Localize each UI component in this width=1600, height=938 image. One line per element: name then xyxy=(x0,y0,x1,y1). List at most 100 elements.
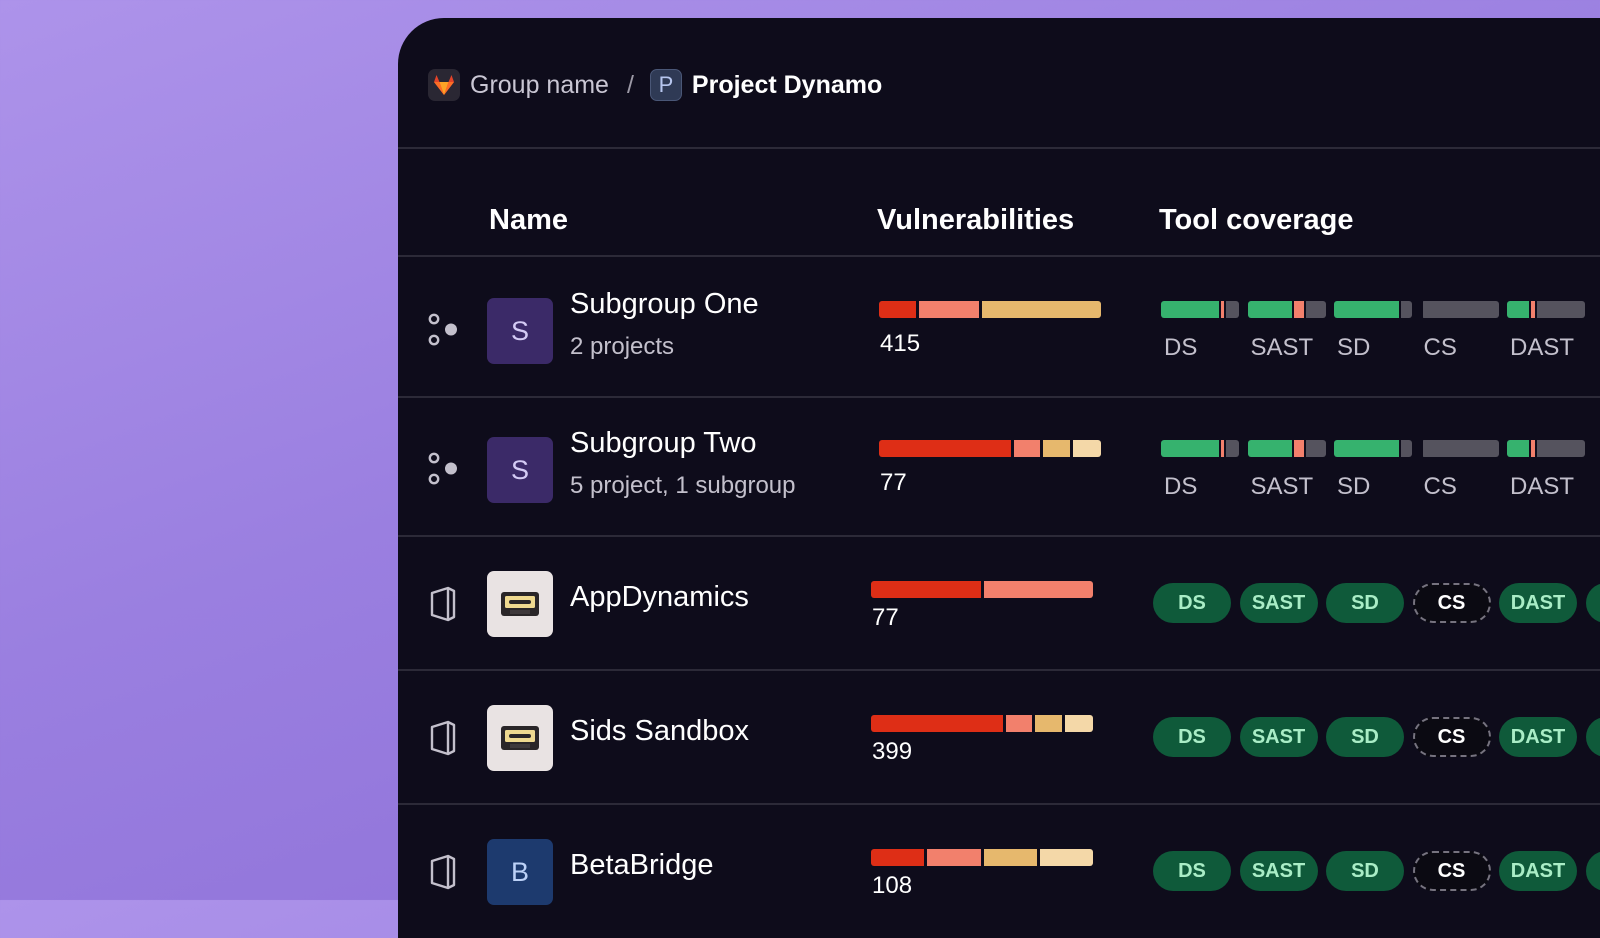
tool-badge-cs[interactable]: CS xyxy=(1413,583,1491,623)
coverage-segment xyxy=(1306,440,1326,457)
tool-badge-sd[interactable]: SD xyxy=(1326,717,1404,757)
row-name[interactable]: Sids Sandbox xyxy=(570,715,749,748)
tool-label: SD xyxy=(1334,473,1412,501)
table-row[interactable]: Sids Sandbox399DSSASTSDCSDAST xyxy=(398,670,1600,804)
coverage-segment xyxy=(1334,301,1399,318)
coverage-segment xyxy=(1537,301,1585,318)
severity-segment-high xyxy=(984,581,1094,598)
tool-badge-ds[interactable]: DS xyxy=(1153,851,1231,891)
tool-badge-dast[interactable]: DAST xyxy=(1499,717,1577,757)
avatar: S xyxy=(487,437,553,503)
severity-segment-critical xyxy=(871,715,1003,732)
tool-coverage-sd[interactable]: SD xyxy=(1334,440,1412,501)
tool-label: DS xyxy=(1161,334,1239,362)
tool-badge-overflow[interactable] xyxy=(1586,583,1600,623)
security-dashboard-panel: Group name / P Project Dynamo Name Vulne… xyxy=(398,18,1600,938)
tool-coverage-sast[interactable]: SAST xyxy=(1248,440,1326,501)
tool-coverage-sast[interactable]: SAST xyxy=(1248,301,1326,362)
severity-segment-medium xyxy=(1035,715,1063,732)
tool-badge-sd[interactable]: SD xyxy=(1326,583,1404,623)
table-row[interactable]: BBetaBridge108DSSASTSDCSDAST xyxy=(398,804,1600,938)
tool-coverage-dast[interactable]: DAST xyxy=(1507,440,1585,501)
coverage-segment xyxy=(1401,301,1412,318)
severity-segment-high xyxy=(919,301,979,318)
tool-badge-sast[interactable]: SAST xyxy=(1240,583,1318,623)
coverage-segment xyxy=(1248,440,1292,457)
project-icon xyxy=(428,586,458,627)
coverage-segment xyxy=(1507,440,1529,457)
tool-label: DAST xyxy=(1507,473,1585,501)
tool-coverage-ds[interactable]: DS xyxy=(1161,440,1239,501)
severity-segment-medium xyxy=(1043,440,1071,457)
tool-coverage-cs[interactable]: CS xyxy=(1421,440,1499,501)
row-name[interactable]: Subgroup Two xyxy=(570,427,757,460)
coverage-segment xyxy=(1161,440,1219,457)
tool-label: DAST xyxy=(1507,334,1585,362)
table-header-divider xyxy=(398,255,1600,257)
tool-badge-cs[interactable]: CS xyxy=(1413,851,1491,891)
tool-badge-overflow[interactable] xyxy=(1586,717,1600,757)
severity-segment-low xyxy=(1040,849,1093,866)
severity-segment-high xyxy=(1014,440,1040,457)
coverage-segment xyxy=(1531,440,1535,457)
tool-coverage-bar xyxy=(1507,301,1585,318)
tool-label: CS xyxy=(1421,473,1499,501)
table-row[interactable]: SSubgroup Two5 project, 1 subgroup77DSSA… xyxy=(398,397,1600,536)
tool-coverage-ds[interactable]: DS xyxy=(1161,301,1239,362)
tool-badge-cs[interactable]: CS xyxy=(1413,717,1491,757)
tool-label: CS xyxy=(1421,334,1499,362)
tool-badge-sast[interactable]: SAST xyxy=(1240,717,1318,757)
vulnerability-severity-bar[interactable] xyxy=(871,849,1093,866)
breadcrumb-separator: / xyxy=(627,71,634,100)
severity-segment-medium xyxy=(982,301,1101,318)
tool-coverage-cs[interactable]: CS xyxy=(1421,301,1499,362)
tool-label: SD xyxy=(1334,334,1412,362)
coverage-segment xyxy=(1294,301,1304,318)
project-avatar-image xyxy=(487,571,553,637)
tool-coverage-bar xyxy=(1161,440,1239,457)
row-name[interactable]: BetaBridge xyxy=(570,849,714,882)
tool-badge-dast[interactable]: DAST xyxy=(1499,583,1577,623)
breadcrumb-project-link[interactable]: Project Dynamo xyxy=(692,71,882,100)
row-name[interactable]: AppDynamics xyxy=(570,581,749,614)
tool-badge-dast[interactable]: DAST xyxy=(1499,851,1577,891)
severity-segment-medium xyxy=(984,849,1037,866)
vulnerability-count: 415 xyxy=(880,330,920,358)
tool-coverage-bar xyxy=(1161,301,1239,318)
tool-badge-sast[interactable]: SAST xyxy=(1240,851,1318,891)
vulnerability-severity-bar[interactable] xyxy=(879,301,1101,318)
table-row[interactable]: SSubgroup One2 projects415DSSASTSDCSDAST xyxy=(398,258,1600,397)
tool-badge-ds[interactable]: DS xyxy=(1153,717,1231,757)
project-avatar: P xyxy=(650,69,682,101)
row-subtitle: 2 projects xyxy=(570,333,674,361)
vulnerability-severity-bar[interactable] xyxy=(871,581,1093,598)
tool-badge-overflow[interactable] xyxy=(1586,851,1600,891)
tool-badge-ds[interactable]: DS xyxy=(1153,583,1231,623)
tool-coverage-sd[interactable]: SD xyxy=(1334,301,1412,362)
gitlab-logo-icon[interactable] xyxy=(428,69,460,101)
severity-segment-critical xyxy=(871,581,981,598)
coverage-segment xyxy=(1221,440,1225,457)
tool-badge-sd[interactable]: SD xyxy=(1326,851,1404,891)
row-subtitle: 5 project, 1 subgroup xyxy=(570,472,795,500)
row-name[interactable]: Subgroup One xyxy=(570,288,759,321)
tool-coverage-bar xyxy=(1421,301,1499,318)
vulnerability-count: 77 xyxy=(872,604,899,632)
breadcrumb-group-link[interactable]: Group name xyxy=(470,71,609,100)
coverage-segment xyxy=(1507,301,1529,318)
vulnerability-severity-bar[interactable] xyxy=(871,715,1093,732)
table-row[interactable]: AppDynamics 77 DSSASTSDCSDAST xyxy=(398,536,1600,670)
tool-label: SAST xyxy=(1248,473,1326,501)
column-header-vulnerabilities[interactable]: Vulnerabilities xyxy=(877,204,1074,237)
column-header-name[interactable]: Name xyxy=(489,204,568,237)
tool-coverage-dast[interactable]: DAST xyxy=(1507,301,1585,362)
tool-label: SAST xyxy=(1248,334,1326,362)
tool-coverage-bar xyxy=(1334,301,1412,318)
coverage-segment xyxy=(1226,440,1239,457)
avatar: B xyxy=(487,839,553,905)
coverage-segment xyxy=(1531,301,1535,318)
vulnerability-severity-bar[interactable] xyxy=(879,440,1101,457)
column-header-tool-coverage[interactable]: Tool coverage xyxy=(1159,204,1353,237)
tool-coverage-bar xyxy=(1334,440,1412,457)
coverage-segment xyxy=(1423,440,1499,457)
